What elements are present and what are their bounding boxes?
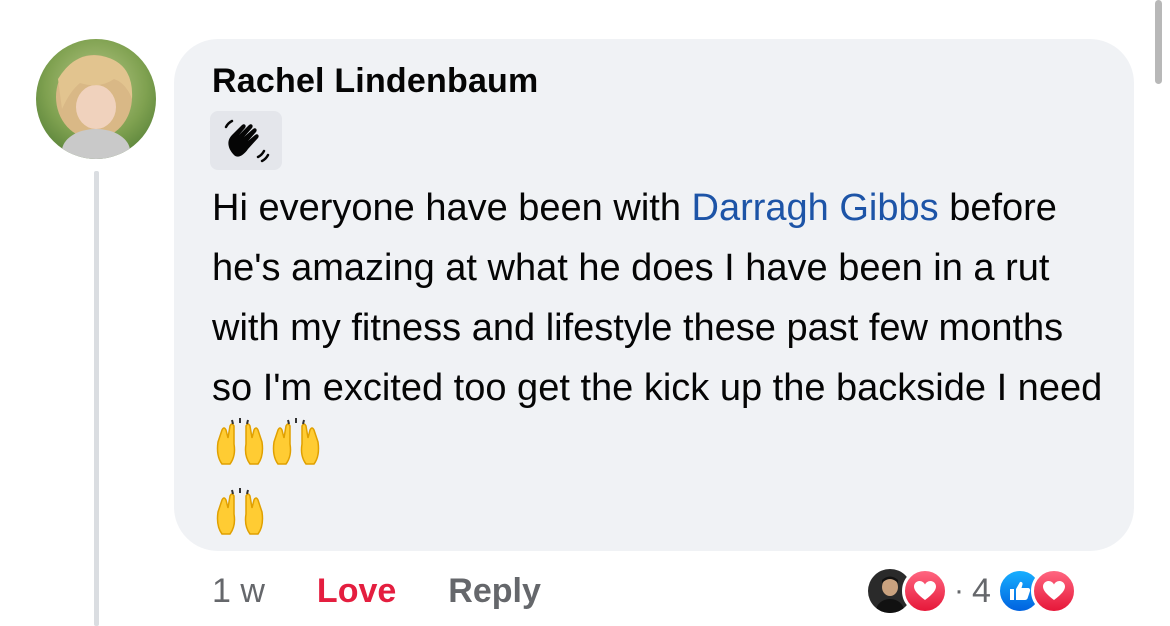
raising-hands-emoji	[212, 418, 268, 488]
comment-actions: 1 w Love Reply	[212, 566, 541, 616]
raising-hands-emoji	[212, 488, 268, 558]
mention-link[interactable]: Darragh Gibbs	[692, 187, 939, 229]
avatar[interactable]	[36, 39, 156, 159]
reaction-count[interactable]: 4	[972, 572, 991, 611]
reaction-summary[interactable]: · 4	[866, 566, 1077, 616]
comment-text: Hi everyone have been with Darragh Gibbs…	[212, 178, 1112, 558]
waving-hand-icon	[224, 119, 270, 163]
comment-timestamp[interactable]: 1 w	[212, 572, 265, 611]
love-reaction-icon	[902, 568, 948, 614]
reply-button[interactable]: Reply	[448, 572, 541, 611]
comment-author[interactable]: Rachel Lindenbaum	[212, 62, 538, 101]
love-button[interactable]: Love	[317, 572, 396, 611]
reaction-separator: ·	[954, 574, 964, 607]
wave-badge	[210, 111, 282, 170]
love-reaction-icon	[1030, 568, 1077, 614]
comment-text-start: Hi everyone have been with	[212, 187, 692, 229]
scrollbar[interactable]	[1155, 0, 1162, 84]
thread-line	[94, 171, 99, 626]
comment-view: Rachel Lindenbaum Hi everyone have been …	[0, 0, 1170, 626]
raising-hands-emoji	[268, 418, 324, 488]
